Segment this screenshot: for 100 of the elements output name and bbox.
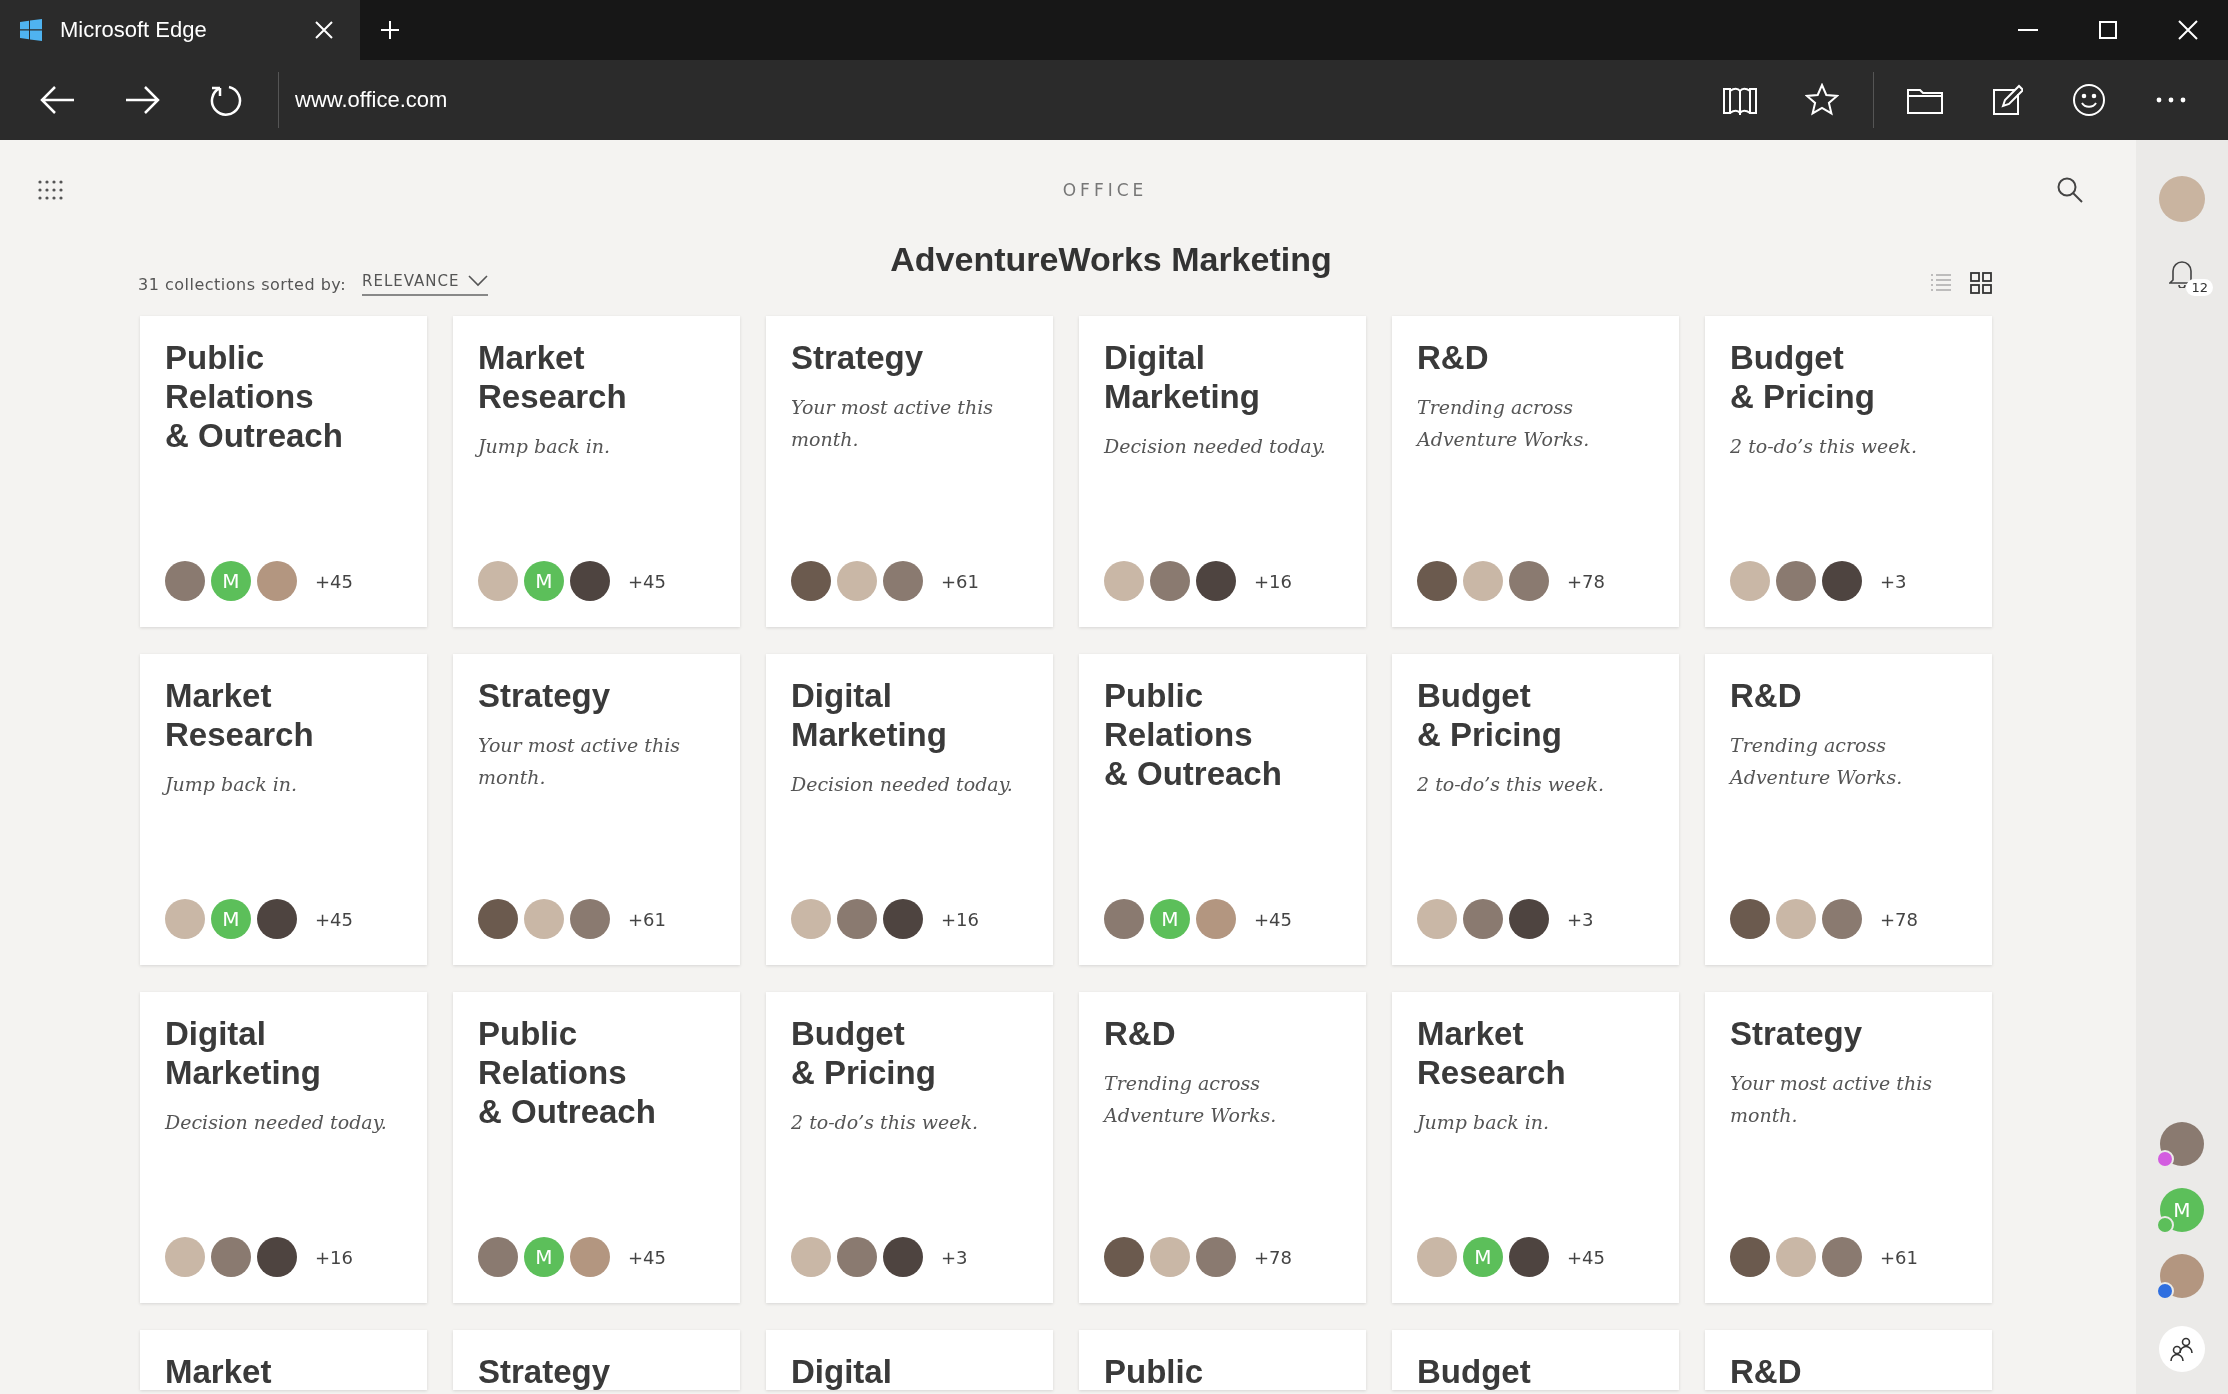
card-subtitle: 2 to-do’s this week. <box>1730 434 1919 459</box>
collection-card[interactable]: Public <box>1079 1330 1366 1390</box>
collection-card[interactable]: Strategy <box>453 1330 740 1390</box>
avatar-initial: M <box>1463 1237 1503 1277</box>
people-button[interactable] <box>2159 1326 2205 1372</box>
avatar-photo <box>1822 1237 1862 1277</box>
card-title: Digital Marketing <box>165 1014 322 1092</box>
windows-logo-icon <box>20 19 42 41</box>
card-title: Market Research <box>165 676 315 754</box>
member-count: +78 <box>1567 570 1605 592</box>
member-count: +45 <box>315 908 353 930</box>
card-subtitle: Trending across Adventure Works. <box>1417 395 1591 452</box>
avatar-photo <box>478 899 518 939</box>
close-icon <box>2178 20 2198 40</box>
ellipsis-icon <box>2156 97 2186 103</box>
avatar-photo <box>1822 561 1862 601</box>
card-subtitle: 2 to-do’s this week. <box>1417 772 1606 797</box>
card-subtitle: Your most active this month. <box>791 395 994 452</box>
card-subtitle: Your most active this month. <box>1730 1071 1933 1128</box>
avatar-photo <box>2160 1254 2204 1298</box>
avatar-photo <box>165 561 205 601</box>
avatar-photo <box>883 899 923 939</box>
browser-tab[interactable]: Microsoft Edge <box>0 0 360 60</box>
card-title: R&D <box>1104 1014 1177 1053</box>
collection-card[interactable]: Market Research Jump back in. M +45 <box>140 654 427 965</box>
avatar-photo <box>837 1237 877 1277</box>
close-icon <box>314 20 334 40</box>
star-icon <box>1805 83 1839 117</box>
collection-card[interactable]: Budget & Pricing 2 to-do’s this week. +3 <box>766 992 1053 1303</box>
caret-icon <box>467 275 488 287</box>
people-icon <box>2168 1335 2196 1363</box>
avatar-photo <box>1509 1237 1549 1277</box>
avatar-photo <box>2160 1122 2204 1166</box>
avatar-photo <box>257 561 297 601</box>
collection-card[interactable]: Digital <box>766 1330 1053 1390</box>
card-title: Digital Marketing <box>791 676 948 754</box>
member-count: +16 <box>1254 570 1292 592</box>
card-title: Market Research <box>478 338 628 416</box>
collection-card[interactable]: Budget & Pricing 2 to-do’s this week. +3 <box>1392 654 1679 965</box>
collection-card[interactable]: Digital Marketing Decision needed today. +16 <box>1079 316 1366 627</box>
collection-card[interactable]: R&D Trending across Adventure Works. +78 <box>1392 316 1679 627</box>
card-subtitle: Your most active this month. <box>478 733 681 790</box>
collection-card[interactable]: Public Relations & Outreach M +45 <box>140 316 427 627</box>
collection-card[interactable]: Strategy Your most active this month. +61 <box>766 316 1053 627</box>
card-subtitle: Trending across Adventure Works. <box>1104 1071 1278 1128</box>
collection-card[interactable]: Strategy Your most active this month. +61 <box>1705 992 1992 1303</box>
avatar-photo <box>478 561 518 601</box>
avatar-photo <box>883 1237 923 1277</box>
collection-card[interactable]: Digital Marketing Decision needed today. +16 <box>766 654 1053 965</box>
avatar-photo <box>837 561 877 601</box>
avatar-photo <box>1822 899 1862 939</box>
avatar-photo <box>791 899 831 939</box>
card-title: Public Relations & Outreach <box>165 338 344 455</box>
avatar-photo <box>257 899 297 939</box>
avatar-initial: M <box>211 899 251 939</box>
avatar-photo <box>1463 899 1503 939</box>
avatar-initial: M <box>211 561 251 601</box>
avatar-photo <box>1776 1237 1816 1277</box>
member-count: +3 <box>1880 570 1907 592</box>
collection-card[interactable]: Market Research Jump back in. M +45 <box>453 316 740 627</box>
card-title: Budget & Pricing <box>1417 676 1563 754</box>
member-count: +45 <box>1254 908 1292 930</box>
sort-dropdown[interactable]: RELEVANCE <box>362 272 488 296</box>
member-count: +16 <box>941 908 979 930</box>
avatar-photo <box>1463 561 1503 601</box>
avatar-photo <box>1196 561 1236 601</box>
member-count: +16 <box>315 1246 353 1268</box>
avatar-photo <box>570 1237 610 1277</box>
notifications-bell-icon[interactable] <box>2169 258 2195 288</box>
member-count: +61 <box>1880 1246 1918 1268</box>
member-count: +61 <box>941 570 979 592</box>
card-title: Strategy <box>1730 1014 1864 1053</box>
smiley-icon <box>2072 83 2106 117</box>
brand-label: OFFICE <box>1062 180 1148 200</box>
collection-card[interactable]: Digital Marketing Decision needed today. +16 <box>140 992 427 1303</box>
minimize-icon <box>2018 29 2038 31</box>
notification-count: 12 <box>2186 279 2213 296</box>
card-title: Market Research <box>1417 1014 1567 1092</box>
collection-card[interactable]: R&D Trending across Adventure Works. +78 <box>1079 992 1366 1303</box>
collection-card[interactable]: Budget & Pricing 2 to-do’s this week. +3 <box>1705 316 1992 627</box>
address-bar[interactable]: www.office.com <box>289 87 448 113</box>
collection-card[interactable]: Market Research Jump back in. M +45 <box>1392 992 1679 1303</box>
member-count: +45 <box>1567 1246 1605 1268</box>
collection-card[interactable]: R&D <box>1705 1330 1992 1390</box>
collection-card[interactable]: Market <box>140 1330 427 1390</box>
collection-card[interactable]: Public Relations & Outreach M +45 <box>1079 654 1366 965</box>
card-title: R&D <box>1730 1352 1803 1391</box>
avatar-initial: M <box>2160 1188 2204 1232</box>
avatar-photo <box>1150 1237 1190 1277</box>
collection-card[interactable]: Strategy Your most active this month. +61 <box>453 654 740 965</box>
avatar-initial: M <box>524 1237 564 1277</box>
card-title: Market <box>165 1352 273 1391</box>
member-count: +45 <box>628 1246 666 1268</box>
pen-icon <box>1991 84 2023 116</box>
collection-card[interactable]: R&D Trending across Adventure Works. +78 <box>1705 654 1992 965</box>
avatar-photo <box>791 1237 831 1277</box>
grid-view-button[interactable] <box>1968 270 1994 296</box>
collection-card[interactable]: Public Relations & Outreach M +45 <box>453 992 740 1303</box>
collection-card[interactable]: Budget <box>1392 1330 1679 1390</box>
card-title: Budget <box>1417 1352 1532 1391</box>
